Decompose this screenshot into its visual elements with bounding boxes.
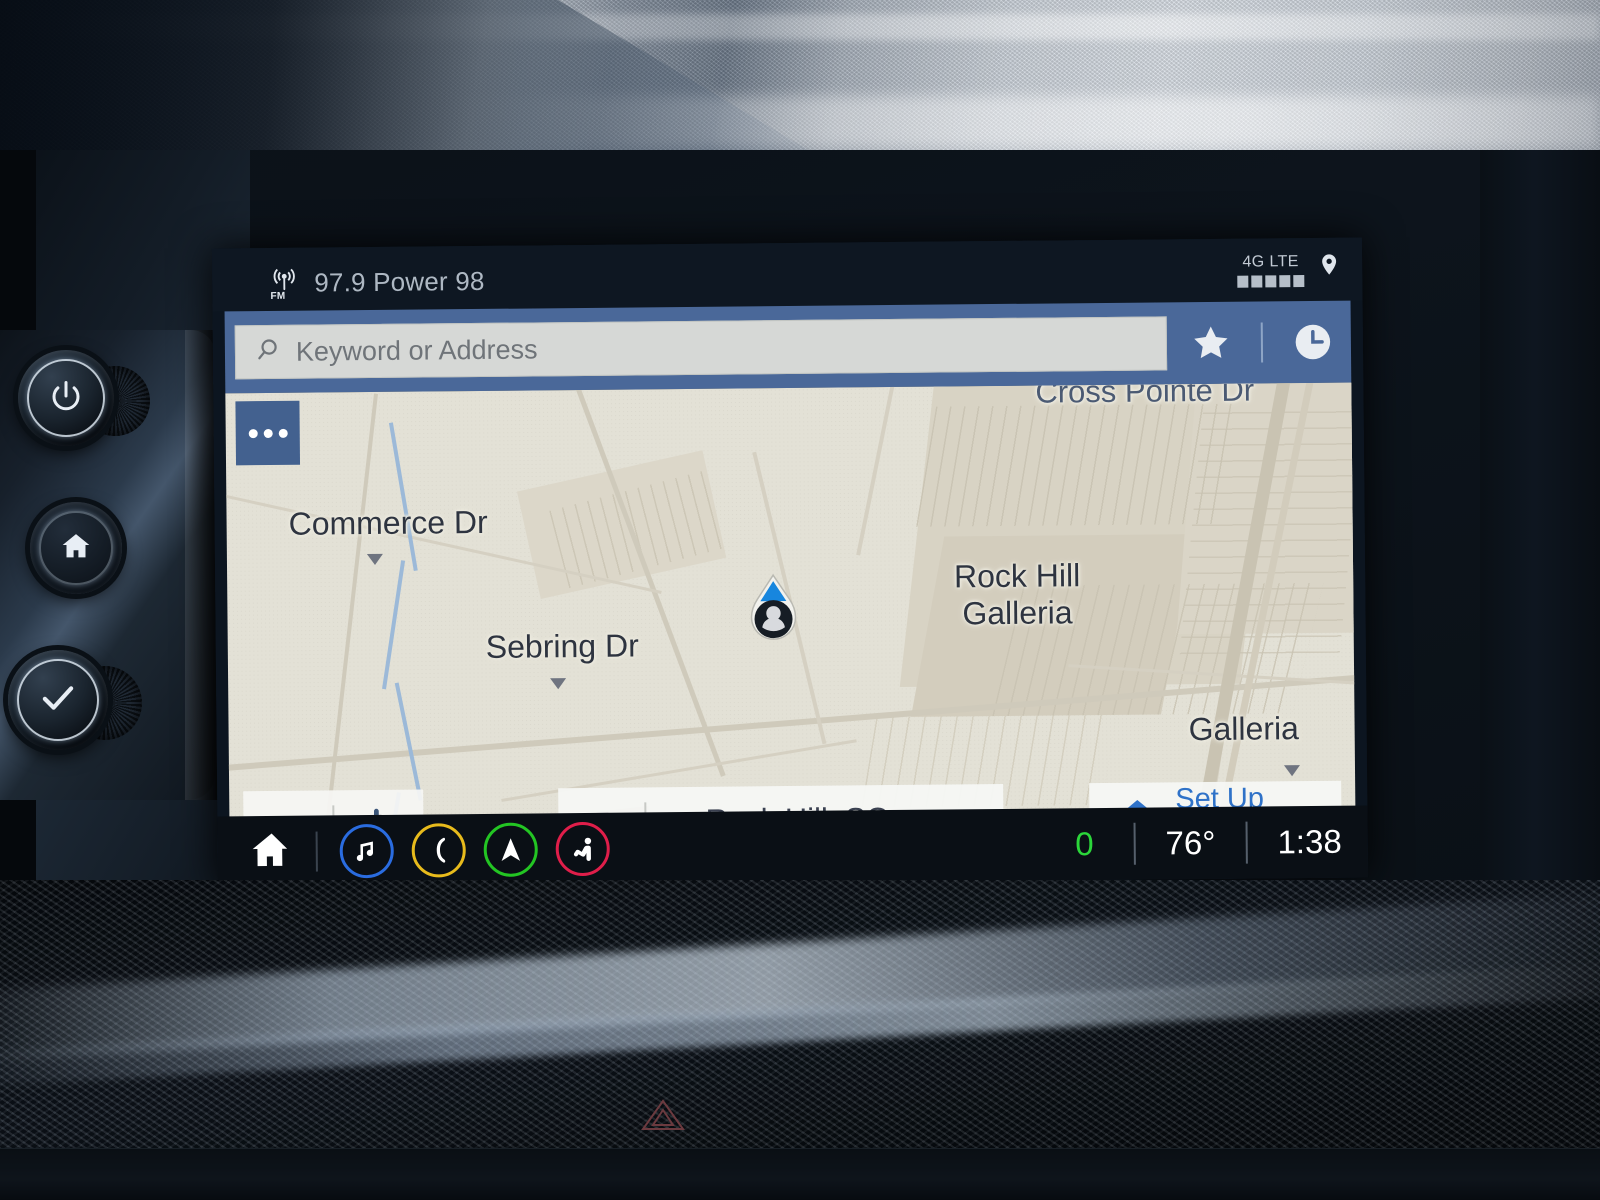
taskbar-home-button[interactable] — [250, 827, 294, 876]
hazard-triangle-icon[interactable] — [640, 1098, 686, 1132]
map-label-marker — [550, 678, 567, 690]
clock-label: 1:38 — [1277, 822, 1342, 861]
map-pin-icon — [1318, 252, 1340, 287]
status-bar-left: FM 97.9 Power 98 — [270, 264, 485, 302]
map-label-cross-pointe: Cross Pointe Dr — [1035, 382, 1255, 410]
map-label-marker — [1283, 765, 1301, 777]
network-type-label: 4G LTE — [1242, 253, 1299, 271]
power-knob[interactable] — [18, 350, 114, 446]
vehicle-position-icon — [742, 573, 805, 650]
search-bar-actions — [1167, 314, 1342, 372]
taskbar-phone-button[interactable] — [411, 823, 467, 878]
search-input[interactable]: Keyword or Address — [234, 316, 1168, 380]
home-button[interactable] — [30, 502, 122, 594]
lower-console-seam — [0, 1148, 1600, 1200]
confirm-knob[interactable] — [8, 650, 108, 750]
taskbar-navigation-button[interactable] — [483, 822, 538, 877]
infotainment-screen: FM 97.9 Power 98 4G LTE Keyword or Addre… — [211, 237, 1369, 889]
map-parking-stripes — [916, 403, 1237, 527]
dash-highlight-upper — [0, 14, 1600, 40]
right-shadow-panel — [1480, 150, 1600, 940]
display-bezel: FM 97.9 Power 98 4G LTE Keyword or Addre… — [211, 237, 1369, 889]
search-placeholder: Keyword or Address — [295, 333, 538, 367]
star-icon[interactable] — [1183, 315, 1240, 372]
overflow-menu-icon[interactable] — [235, 400, 301, 466]
status-bar: FM 97.9 Power 98 4G LTE — [211, 237, 1363, 312]
notification-count[interactable]: 0 — [1035, 825, 1134, 864]
car-interior-scene: FM 97.9 Power 98 4G LTE Keyword or Addre… — [0, 0, 1600, 1200]
radio-band-label: FM — [270, 290, 286, 302]
map-label-commerce: Commerce Dr — [288, 503, 488, 542]
home-icon — [59, 529, 93, 568]
taskbar-divider — [315, 831, 318, 872]
status-bar-right: 4G LTE — [1237, 252, 1340, 288]
map-label-rock-hill-galleria: Rock Hill Galleria — [953, 557, 1081, 632]
map-label-sebring: Sebring Dr — [485, 627, 639, 665]
power-icon — [48, 378, 84, 419]
search-bar: Keyword or Address — [224, 300, 1352, 394]
radio-station-label: 97.9 Power 98 — [314, 265, 485, 298]
search-icon — [254, 335, 282, 368]
search-actions-divider — [1260, 322, 1264, 363]
dash-highlight-lower — [430, 96, 1600, 148]
temperature-label[interactable]: 76° — [1135, 824, 1245, 863]
clock-icon[interactable] — [1285, 314, 1342, 371]
signal-strength-bars — [1237, 275, 1305, 288]
network-status: 4G LTE — [1237, 253, 1305, 288]
map-label-galleria-b: Galleria — [1188, 710, 1300, 748]
taskbar: 0 76° 1:38 — [217, 805, 1369, 889]
checkmark-icon — [37, 677, 79, 724]
hardware-console — [0, 330, 219, 800]
radio-broadcast-icon: FM — [270, 266, 300, 302]
taskbar-status: 0 76° 1:38 — [1035, 820, 1368, 865]
map-view[interactable]: Cross Pointe Dr Commerce Dr Sebring Dr R… — [225, 382, 1356, 872]
map-label-marker — [366, 553, 383, 566]
taskbar-comfort-button[interactable] — [555, 821, 610, 877]
taskbar-media-button[interactable] — [339, 823, 395, 879]
